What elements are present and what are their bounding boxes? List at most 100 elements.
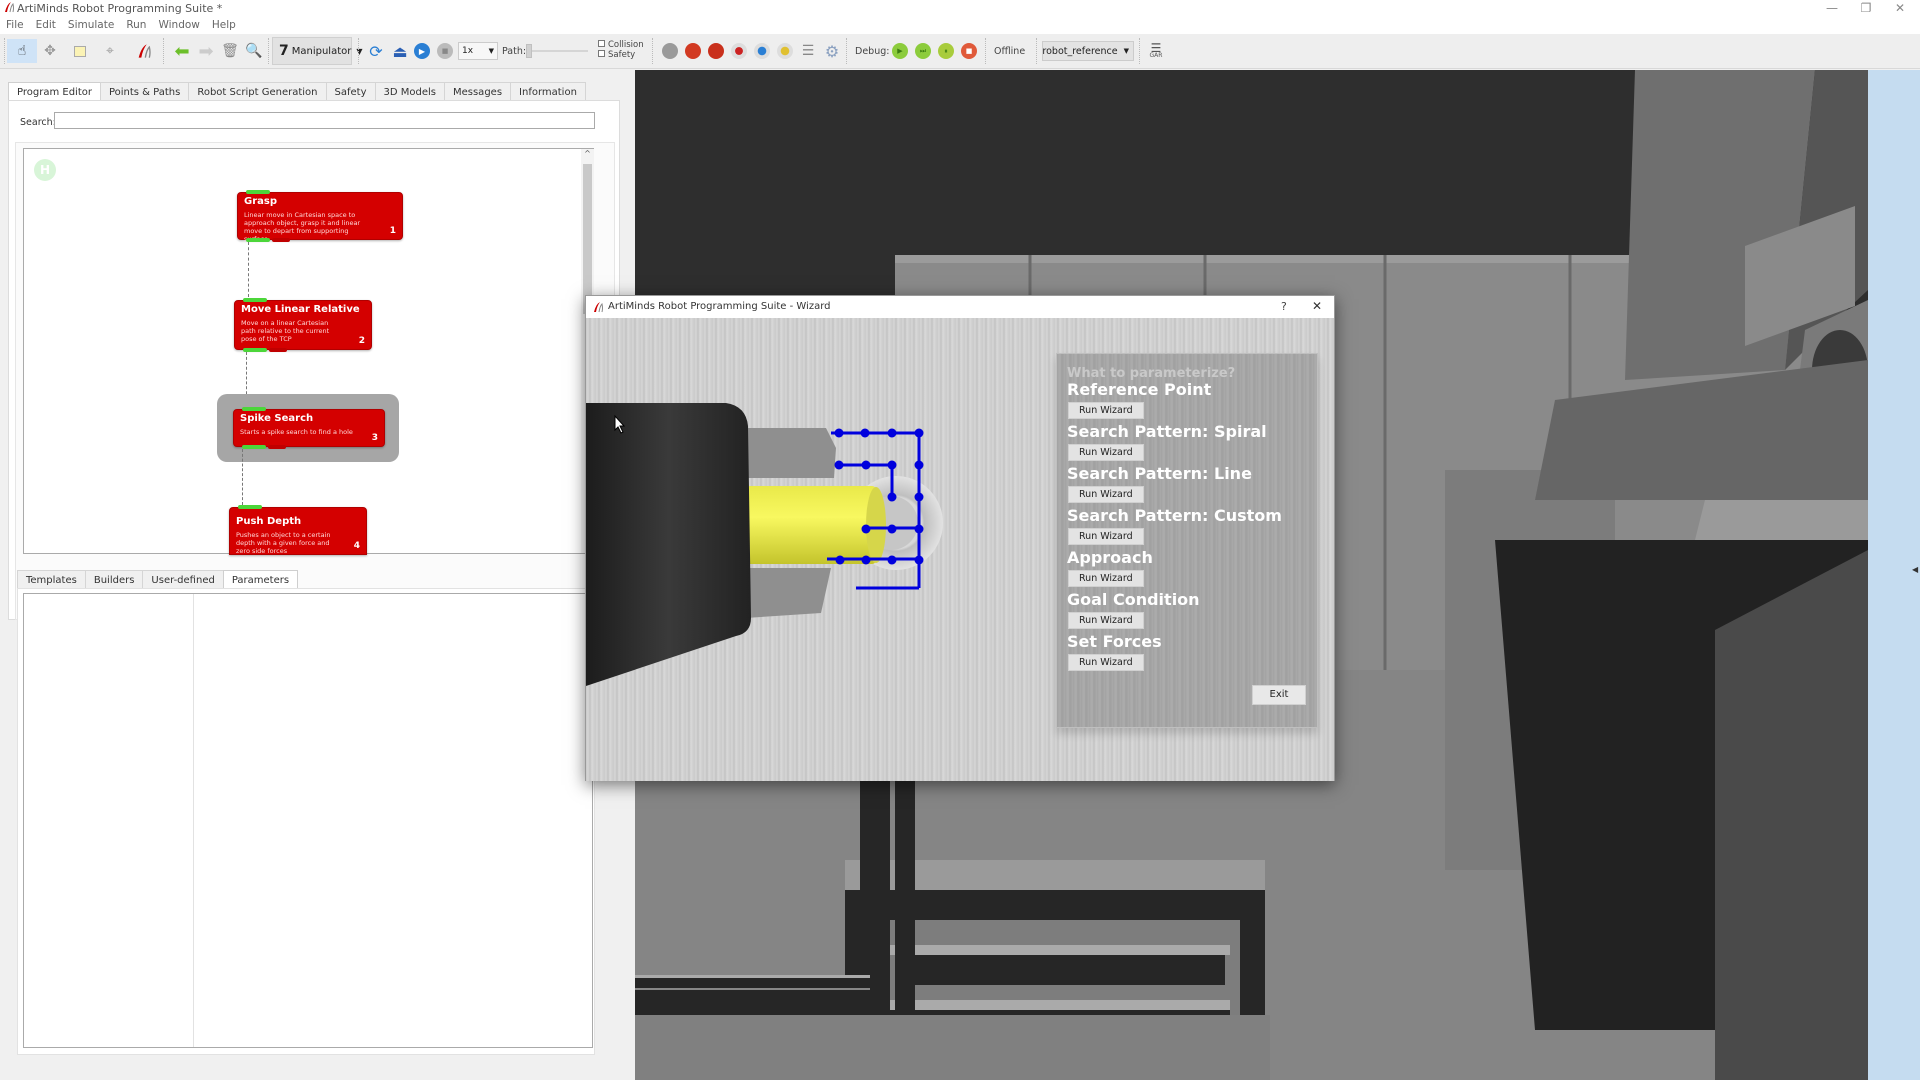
teach-button[interactable]: ⏏ [388,39,412,63]
layout-button[interactable]: ☰ GAR [1144,39,1168,63]
refresh-button[interactable]: ⟳ [364,39,388,63]
gripper-finger-bottom [746,568,831,618]
speed-select[interactable]: 1x ▼ [458,42,498,60]
section-heading: Search Pattern: Line [1067,464,1252,483]
tab-safety[interactable]: Safety [325,82,376,102]
gray-run-button[interactable] [658,39,682,63]
tab-parameters[interactable]: Parameters [222,570,299,590]
safety-checkbox[interactable]: Safety [598,50,644,60]
program-block-grasp[interactable]: Grasp Linear move in Cartesian space to … [237,190,403,243]
forward-button[interactable]: ➡ [194,39,218,63]
title-bar: ArtiMinds Robot Programming Suite * — ❐ … [0,0,1920,17]
circle-red-stop-icon [685,43,701,59]
program-block-push-depth[interactable]: Push Depth Pushes an object to a certain… [229,505,367,555]
red-stop-button[interactable] [681,39,705,63]
block-title: Push Depth [236,516,302,527]
reference-dropdown[interactable]: robot_reference ▼ [1042,41,1134,61]
debug-stop-icon: ■ [961,43,977,59]
menu-help[interactable]: Help [206,17,242,31]
tab-robot-script-generation[interactable]: Robot Script Generation [188,82,327,102]
database-button[interactable]: ☰ [796,39,820,63]
point-p-button[interactable] [750,39,774,63]
gripper-body [586,403,751,686]
menu-file[interactable]: File [0,17,30,31]
close-dialog-button[interactable]: ✕ [1312,299,1322,313]
point-p-icon [754,43,770,59]
debug-stop-button[interactable]: ■ [957,39,981,63]
run-wizard-line-button[interactable]: Run Wizard [1068,486,1144,503]
debug-pause-button[interactable]: ⏸ [934,39,958,63]
tab-user-defined[interactable]: User-defined [142,570,224,590]
right-dock-collapsed[interactable]: ◀ [1868,70,1920,1080]
tab-builders[interactable]: Builders [84,570,144,590]
wizard-dialog: ArtiMinds Robot Programming Suite - Wiza… [585,295,1335,781]
program-canvas[interactable]: H ^ Grasp Linear move in Cartesian space… [23,148,594,555]
menu-simulate[interactable]: Simulate [62,17,120,31]
parameterize-panel: What to parameterize? Reference Point Ru… [1056,353,1318,728]
menu-run[interactable]: Run [120,17,152,31]
point-h-button[interactable] [773,39,797,63]
expand-arrow-icon[interactable]: ◀ [1912,565,1918,574]
program-block-move-linear-relative[interactable]: Move Linear Relative Move on a linear Ca… [234,298,372,352]
block-title: Grasp [244,196,277,207]
manipulator-dropdown[interactable]: 7 Manipulator ▼ [272,37,363,65]
record-button[interactable] [727,39,751,63]
artiminds-tool-button[interactable] [132,39,156,63]
toolbar: ☝ ✥ ⌖ ⬅ ➡ 🗑 🔍 7 Manipulator ▼ ⟳ ⏏ ▶ ■ 1x… [0,34,1920,69]
run-wizard-reference-point-button[interactable]: Run Wizard [1068,402,1144,419]
bottom-tab-bar: Templates Builders User-defined Paramete… [17,570,299,590]
play-button[interactable]: ▶ [410,39,434,63]
pointer-tool-button[interactable]: ☝ [7,39,37,63]
debug-play-button[interactable]: ▶ [888,39,912,63]
robot-arm-icon: 7 [279,43,289,59]
tab-3d-models[interactable]: 3D Models [374,82,445,102]
stop-sim-button[interactable]: ■ [433,39,457,63]
back-button[interactable]: ⬅ [170,39,194,63]
debug-step-icon: ⏭ [915,43,931,59]
tab-program-editor[interactable]: Program Editor [8,82,101,102]
scroll-thumb[interactable] [583,164,592,314]
hand-pointer-icon: ☝ [17,43,27,59]
tab-templates[interactable]: Templates [17,570,86,590]
parameters-tree[interactable] [24,594,194,1047]
run-wizard-spiral-button[interactable]: Run Wizard [1068,444,1144,461]
target-tool-button[interactable]: ⌖ [98,39,122,63]
settings-button[interactable]: ⚙ [820,39,844,63]
debug-step-button[interactable]: ⏭ [911,39,935,63]
run-wizard-custom-button[interactable]: Run Wizard [1068,528,1144,545]
gripper-button[interactable] [704,39,728,63]
block-description: Pushes an object to a certain depth with… [236,531,331,555]
search-button[interactable]: 🔍 [242,39,266,63]
move-tool-button[interactable]: ✥ [38,39,62,63]
trash-icon: 🗑 [221,43,239,59]
run-wizard-goal-condition-button[interactable]: Run Wizard [1068,612,1144,629]
run-wizard-set-forces-button[interactable]: Run Wizard [1068,654,1144,671]
exit-button[interactable]: Exit [1252,685,1306,705]
menu-edit[interactable]: Edit [30,17,62,31]
gripper-finger-top [746,428,836,478]
menu-window[interactable]: Window [152,17,205,31]
tab-points-paths[interactable]: Points & Paths [99,82,190,102]
close-window-button[interactable]: ✕ [1880,0,1920,17]
delete-button[interactable]: 🗑 [218,39,242,63]
debug-label: Debug: [855,46,890,57]
home-badge[interactable]: H [34,159,56,181]
path-slider-handle[interactable] [526,44,532,58]
tab-information[interactable]: Information [510,82,586,102]
tab-messages[interactable]: Messages [443,82,512,102]
checkbox-icon [598,50,605,57]
help-button[interactable]: ? [1281,300,1287,313]
select-rect-button[interactable] [68,39,92,63]
arrow-right-icon: ➡ [198,40,214,62]
section-heading: Set Forces [1067,632,1162,651]
path-label: Path: [502,46,527,57]
path-slider[interactable] [526,44,588,58]
arrow-left-icon: ⬅ [174,40,190,62]
collision-checkbox[interactable]: Collision [598,40,644,50]
scroll-up-icon[interactable]: ^ [581,149,594,162]
chevron-down-icon: ▼ [1123,47,1129,55]
program-block-spike-search[interactable]: Spike Search Starts a spike search to fi… [233,407,385,449]
search-input[interactable] [54,112,595,129]
artiminds-logo-icon [5,2,14,13]
run-wizard-approach-button[interactable]: Run Wizard [1068,570,1144,587]
